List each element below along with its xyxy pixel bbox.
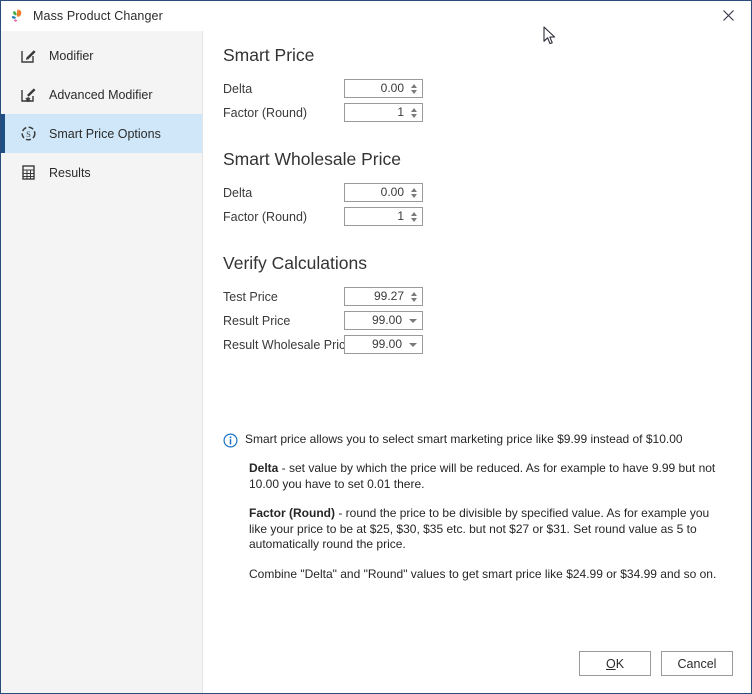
input-value: 1 <box>397 105 404 119</box>
help-text: - set value by which the price will be r… <box>249 461 716 491</box>
spinner-arrows[interactable] <box>408 288 422 305</box>
smart-price-options-panel: Smart Price Delta 0.00 Factor (Round) 1 … <box>203 31 751 693</box>
input-value: 99.00 <box>371 337 402 351</box>
title-bar: Mass Product Changer <box>1 1 751 31</box>
sidebar-item-label: Modifier <box>49 48 94 63</box>
label-result-price: Result Price <box>223 314 291 328</box>
help-paragraph-delta: Delta - set value by which the price wil… <box>249 461 717 492</box>
dollar-circle-icon: S <box>19 125 37 143</box>
dialog-body: Modifier Advanced Modifier S Smart Price… <box>1 31 751 693</box>
combo-result-wholesale-price[interactable]: 99.00 <box>344 335 423 354</box>
help-paragraph-combine: Combine "Delta" and "Round" values to ge… <box>249 567 717 583</box>
section-title-smart-price: Smart Price <box>223 45 315 65</box>
sidebar-item-label: Smart Price Options <box>49 126 161 141</box>
section-title-verify-calculations: Verify Calculations <box>223 253 367 273</box>
help-paragraphs: Delta - set value by which the price wil… <box>249 461 717 582</box>
chevron-down-icon[interactable] <box>406 336 422 353</box>
sidebar-nav: Modifier Advanced Modifier S Smart Price… <box>1 31 203 693</box>
input-test-price[interactable]: 99.27 <box>344 287 423 306</box>
spinner-arrows[interactable] <box>408 80 422 97</box>
input-value: 0.00 <box>380 81 404 95</box>
help-term: Factor (Round) <box>249 506 335 520</box>
window-title: Mass Product Changer <box>33 9 163 23</box>
pencil-star-icon <box>19 86 37 104</box>
input-smart-price-factor[interactable]: 1 <box>344 103 423 122</box>
label-smart-price-delta: Delta <box>223 82 253 96</box>
input-value: 99.27 <box>373 289 404 303</box>
sidebar-item-modifier[interactable]: Modifier <box>1 36 202 75</box>
sidebar-item-label: Results <box>49 165 91 180</box>
section-title-smart-wholesale-price: Smart Wholesale Price <box>223 149 401 169</box>
help-lead-row: Smart price allows you to select smart m… <box>223 432 717 448</box>
butterfly-leaf-icon <box>9 8 25 24</box>
grid-table-icon <box>19 164 37 182</box>
help-block: Smart price allows you to select smart m… <box>223 432 717 582</box>
label-test-price: Test Price <box>223 290 278 304</box>
cancel-button[interactable]: Cancel <box>661 651 733 676</box>
spinner-arrows[interactable] <box>408 208 422 225</box>
help-text: Combine "Delta" and "Round" values to ge… <box>249 566 717 581</box>
input-smart-price-delta[interactable]: 0.00 <box>344 79 423 98</box>
help-term: Delta <box>249 461 279 475</box>
sidebar-item-results[interactable]: Results <box>1 153 202 192</box>
spinner-arrows[interactable] <box>408 104 422 121</box>
input-wholesale-factor[interactable]: 1 <box>344 207 423 226</box>
ok-rest: K <box>615 656 625 671</box>
help-lead-text: Smart price allows you to select smart m… <box>245 432 683 446</box>
label-result-wholesale-price: Result Wholesale Price <box>223 338 353 352</box>
label-wholesale-delta: Delta <box>223 186 253 200</box>
svg-text:S: S <box>26 129 31 139</box>
ok-button[interactable]: OK <box>579 651 651 676</box>
spinner-arrows[interactable] <box>408 184 422 201</box>
sidebar-item-label: Advanced Modifier <box>49 87 153 102</box>
sidebar-item-advanced-modifier[interactable]: Advanced Modifier <box>1 75 202 114</box>
label-wholesale-factor: Factor (Round) <box>223 210 308 224</box>
ok-mnemonic: O <box>605 656 616 671</box>
input-value: 0.00 <box>380 185 404 199</box>
close-button[interactable] <box>706 1 751 30</box>
combo-result-price[interactable]: 99.00 <box>344 311 423 330</box>
cancel-label: Cancel <box>677 656 717 671</box>
input-wholesale-delta[interactable]: 0.00 <box>344 183 423 202</box>
chevron-down-icon[interactable] <box>406 312 422 329</box>
help-paragraph-factor: Factor (Round) - round the price to be d… <box>249 506 717 553</box>
label-smart-price-factor: Factor (Round) <box>223 106 308 120</box>
pencil-edit-icon <box>19 47 37 65</box>
input-value: 1 <box>397 209 404 223</box>
sidebar-item-smart-price-options[interactable]: S Smart Price Options <box>1 114 202 153</box>
input-value: 99.00 <box>371 313 402 327</box>
dialog-window: Mass Product Changer Modifier Advanced M… <box>0 0 752 694</box>
dialog-footer: OK Cancel <box>579 651 733 676</box>
info-circle-icon <box>223 433 238 448</box>
